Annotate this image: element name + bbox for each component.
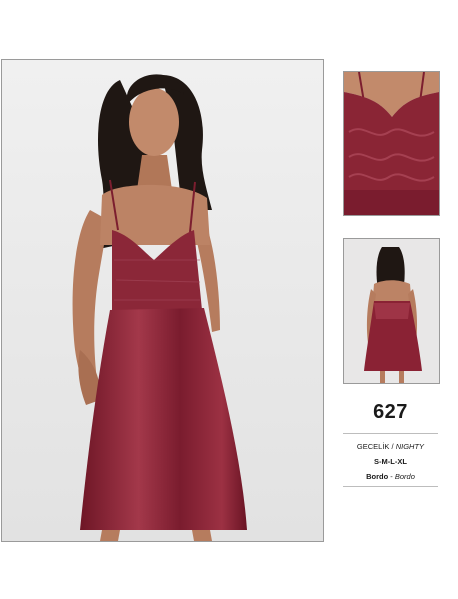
product-sizes: S-M-L-XL — [374, 457, 407, 466]
product-color-en: Bordo — [394, 472, 415, 481]
product-color: Bordo - Bordo — [343, 472, 438, 481]
divider — [343, 486, 438, 487]
back-view-illustration — [344, 239, 439, 383]
product-type-tr: GECELİK — [356, 442, 390, 451]
product-color-tr: Bordo — [366, 472, 389, 481]
product-type: GECELİK / NIGHTY — [343, 442, 438, 451]
divider — [343, 433, 438, 434]
detail-thumbnail-back[interactable] — [343, 238, 440, 384]
product-color-separator: - — [390, 472, 393, 481]
product-type-en: NIGHTY — [395, 442, 425, 451]
lace-detail-illustration — [344, 72, 439, 215]
detail-thumbnail-lace[interactable] — [343, 71, 440, 216]
main-product-photo — [1, 59, 324, 542]
model-illustration — [2, 60, 323, 541]
product-code: 627 — [373, 401, 408, 423]
product-type-separator: / — [391, 442, 394, 451]
